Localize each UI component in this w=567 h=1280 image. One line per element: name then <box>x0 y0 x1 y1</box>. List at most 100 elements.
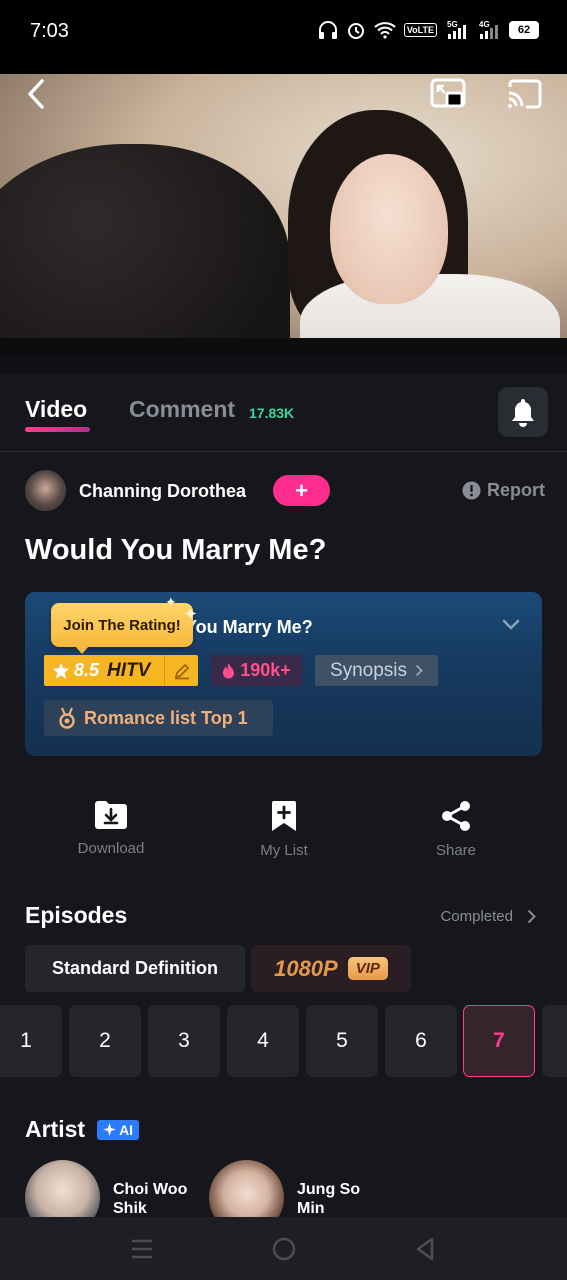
bell-icon <box>512 399 534 427</box>
chevron-right-icon <box>415 664 423 677</box>
rating-value: 8.5 <box>74 660 100 680</box>
rate-button[interactable] <box>164 655 198 686</box>
svg-text:4G: 4G <box>479 20 490 29</box>
signal-4g-icon: 4G <box>479 20 498 39</box>
menu-icon <box>132 1239 152 1259</box>
artist-name: Jung So Min <box>297 1181 361 1217</box>
back-button[interactable] <box>12 74 60 114</box>
uploader-name[interactable]: Channing Dorothea <box>79 481 246 502</box>
action-row: Download My List Share <box>0 800 567 870</box>
card-title: You Marry Me? <box>185 617 313 637</box>
uploader-avatar[interactable] <box>25 470 66 511</box>
wifi-icon <box>374 22 396 39</box>
definition-1080p-label: 1080P <box>274 955 338 981</box>
fire-icon <box>223 663 235 679</box>
signal-5g-icon: 5G <box>447 20 466 39</box>
video-player[interactable] <box>0 74 567 356</box>
rating-brand: HITV <box>107 659 151 681</box>
synopsis-label: Synopsis <box>329 659 408 681</box>
share-icon <box>442 801 470 831</box>
share-label: Share <box>435 842 477 859</box>
vip-badge: VIP <box>347 957 388 980</box>
tab-comment[interactable]: Comment <box>129 396 235 423</box>
volte-indicator: VoLTE <box>403 23 437 37</box>
video-frame-face <box>330 154 448 304</box>
episodes-title: Episodes <box>25 902 128 928</box>
my-list-button[interactable]: My List <box>224 800 344 859</box>
video-divider <box>0 356 567 374</box>
episodes-header: Episodes Completed <box>25 902 542 932</box>
episode-button-3[interactable]: 3 <box>148 1005 220 1077</box>
synopsis-button[interactable]: Synopsis <box>315 655 438 686</box>
uploader-row: Channing Dorothea + Report <box>25 470 545 512</box>
content-tabs: Video Comment 17.83K <box>0 374 567 452</box>
back-triangle-icon <box>416 1237 434 1261</box>
system-nav-bar <box>0 1217 567 1280</box>
alarm-icon <box>347 23 364 39</box>
rating-badge[interactable]: 8.5 HITV <box>44 655 198 686</box>
sparkle-icon: ✦ <box>183 604 199 624</box>
episodes-status-link[interactable]: Completed <box>440 908 536 925</box>
report-label: Report <box>487 480 545 500</box>
download-label: Download <box>77 840 145 857</box>
pip-button[interactable] <box>424 74 472 114</box>
ranking-label: Romance list Top 1 <box>84 707 248 728</box>
medal-icon <box>59 707 75 729</box>
artist-header: Artist AI <box>25 1116 140 1143</box>
pencil-icon <box>174 663 189 679</box>
tab-video[interactable]: Video <box>25 396 87 423</box>
status-icons: VoLTE 5G 4G 62 <box>318 20 539 40</box>
comment-count: 17.83K <box>249 405 295 421</box>
status-time: 7:03 <box>30 20 69 42</box>
episode-button-6[interactable]: 6 <box>385 1005 457 1077</box>
artist-name: Choi Woo Shik <box>113 1181 188 1217</box>
download-button[interactable]: Download <box>51 800 171 857</box>
notification-button[interactable] <box>498 387 548 437</box>
episode-button-1[interactable]: 1 <box>0 1005 62 1077</box>
star-icon <box>52 662 70 679</box>
download-folder-icon <box>95 801 127 829</box>
chevron-down-icon <box>502 619 520 630</box>
video-progress-area <box>0 338 567 356</box>
definition-standard-button[interactable]: Standard Definition <box>25 945 245 992</box>
cast-icon <box>508 79 542 109</box>
rating-score: 8.5 HITV <box>44 660 150 682</box>
report-button[interactable]: Report <box>462 480 545 501</box>
svg-text:5G: 5G <box>447 20 458 29</box>
cast-button[interactable] <box>500 74 548 114</box>
episode-button-5[interactable]: 5 <box>306 1005 378 1077</box>
episode-button-4[interactable]: 4 <box>227 1005 299 1077</box>
recent-apps-button[interactable] <box>127 1235 157 1263</box>
share-button[interactable]: Share <box>396 800 516 859</box>
ai-badge: AI <box>97 1119 140 1140</box>
home-circle-icon <box>272 1237 296 1261</box>
artist-title: Artist <box>25 1116 86 1142</box>
battery-indicator: 62 <box>509 21 539 39</box>
sparkle-icon: ✦ <box>165 594 177 610</box>
popularity-value: 190k+ <box>240 660 291 680</box>
ai-label: AI <box>119 1121 134 1138</box>
my-list-label: My List <box>260 842 308 859</box>
chevron-right-icon <box>527 909 536 924</box>
popularity-badge: 190k+ <box>211 655 302 686</box>
show-title: Would You Marry Me? <box>25 534 327 566</box>
ranking-badge[interactable]: Romance list Top 1 <box>44 700 273 736</box>
info-circle-icon <box>462 481 481 500</box>
system-back-button[interactable] <box>410 1235 440 1263</box>
home-button[interactable] <box>269 1235 299 1263</box>
definition-1080p-button[interactable]: 1080P VIP <box>251 945 411 992</box>
status-bar: 7:03 VoLTE 5G 4G 62 <box>0 0 567 74</box>
episode-button-next[interactable] <box>542 1005 567 1077</box>
episode-button-2[interactable]: 2 <box>69 1005 141 1077</box>
show-info-card[interactable]: You Marry Me? Join The Rating! ✦ ✦ 8.5 H… <box>25 592 542 756</box>
episode-list: 1 2 3 4 5 6 7 <box>0 1005 567 1077</box>
follow-button[interactable]: + <box>273 475 330 506</box>
bookmark-add-icon <box>272 801 296 831</box>
episode-button-7[interactable]: 7 <box>463 1005 535 1077</box>
sparkle-icon <box>103 1123 117 1136</box>
expand-card-button[interactable] <box>502 618 520 636</box>
tab-active-indicator <box>25 427 90 432</box>
episodes-status: Completed <box>440 908 513 925</box>
back-arrow-icon <box>28 79 44 109</box>
headphones-icon <box>318 21 337 39</box>
